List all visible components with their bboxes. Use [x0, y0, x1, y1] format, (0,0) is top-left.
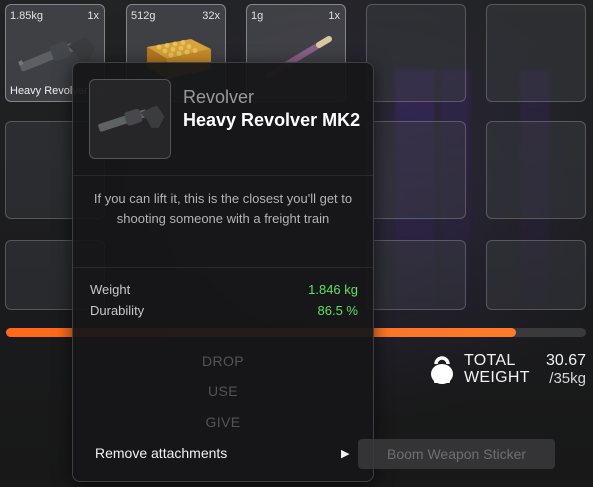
item-weight: 1.85kg [10, 10, 44, 22]
use-button[interactable]: USE [73, 383, 373, 399]
item-quantity: 1x [328, 10, 340, 22]
item-quantity: 1x [87, 10, 99, 22]
inventory-slot-empty[interactable] [366, 4, 466, 102]
give-button[interactable]: GIVE [73, 414, 373, 430]
inventory-slot-empty[interactable] [366, 240, 466, 310]
stat-label: Durability [90, 303, 145, 318]
divider [73, 267, 373, 268]
inventory-slot-empty[interactable] [486, 240, 586, 310]
item-title: Heavy Revolver MK2 [183, 110, 361, 130]
item-category: Revolver [183, 87, 255, 107]
item-weight: 512g [131, 10, 156, 22]
stat-weight: Weight 1.846 kg [90, 282, 358, 300]
divider [73, 175, 373, 176]
inventory-slot-empty[interactable] [366, 121, 466, 219]
stat-value: 86.5 % [317, 303, 358, 318]
inventory-slot-empty[interactable] [486, 4, 586, 102]
drop-button[interactable]: DROP [73, 353, 373, 369]
item-description: If you can lift it, this is the closest … [93, 191, 353, 226]
kettlebell-icon [431, 356, 453, 384]
stat-value: 1.846 kg [308, 282, 358, 297]
total-weight-current: 30.67 [545, 352, 586, 369]
attachment-option-boom-weapon-sticker[interactable]: Boom Weapon Sticker [358, 439, 555, 469]
total-weight-max: /35kg [549, 370, 586, 387]
submenu-arrow-icon: ▶ [341, 448, 350, 460]
total-weight-label: TOTAL WEIGHT [464, 352, 530, 386]
item-quantity: 32x [202, 10, 220, 22]
inventory-slot-empty[interactable] [486, 121, 586, 219]
stat-label: Weight [90, 282, 131, 297]
stat-durability: Durability 86.5 % [90, 303, 358, 321]
item-tooltip: Revolver Heavy Revolver MK2 If you can l… [72, 62, 374, 482]
total-weight-panel: TOTAL WEIGHT 30.67 /35kg [428, 352, 588, 392]
item-thumbnail [89, 79, 171, 159]
remove-attachments-menu-item[interactable]: Remove attachments [95, 445, 227, 461]
revolver-icon [98, 105, 165, 132]
item-weight: 1g [251, 10, 264, 22]
